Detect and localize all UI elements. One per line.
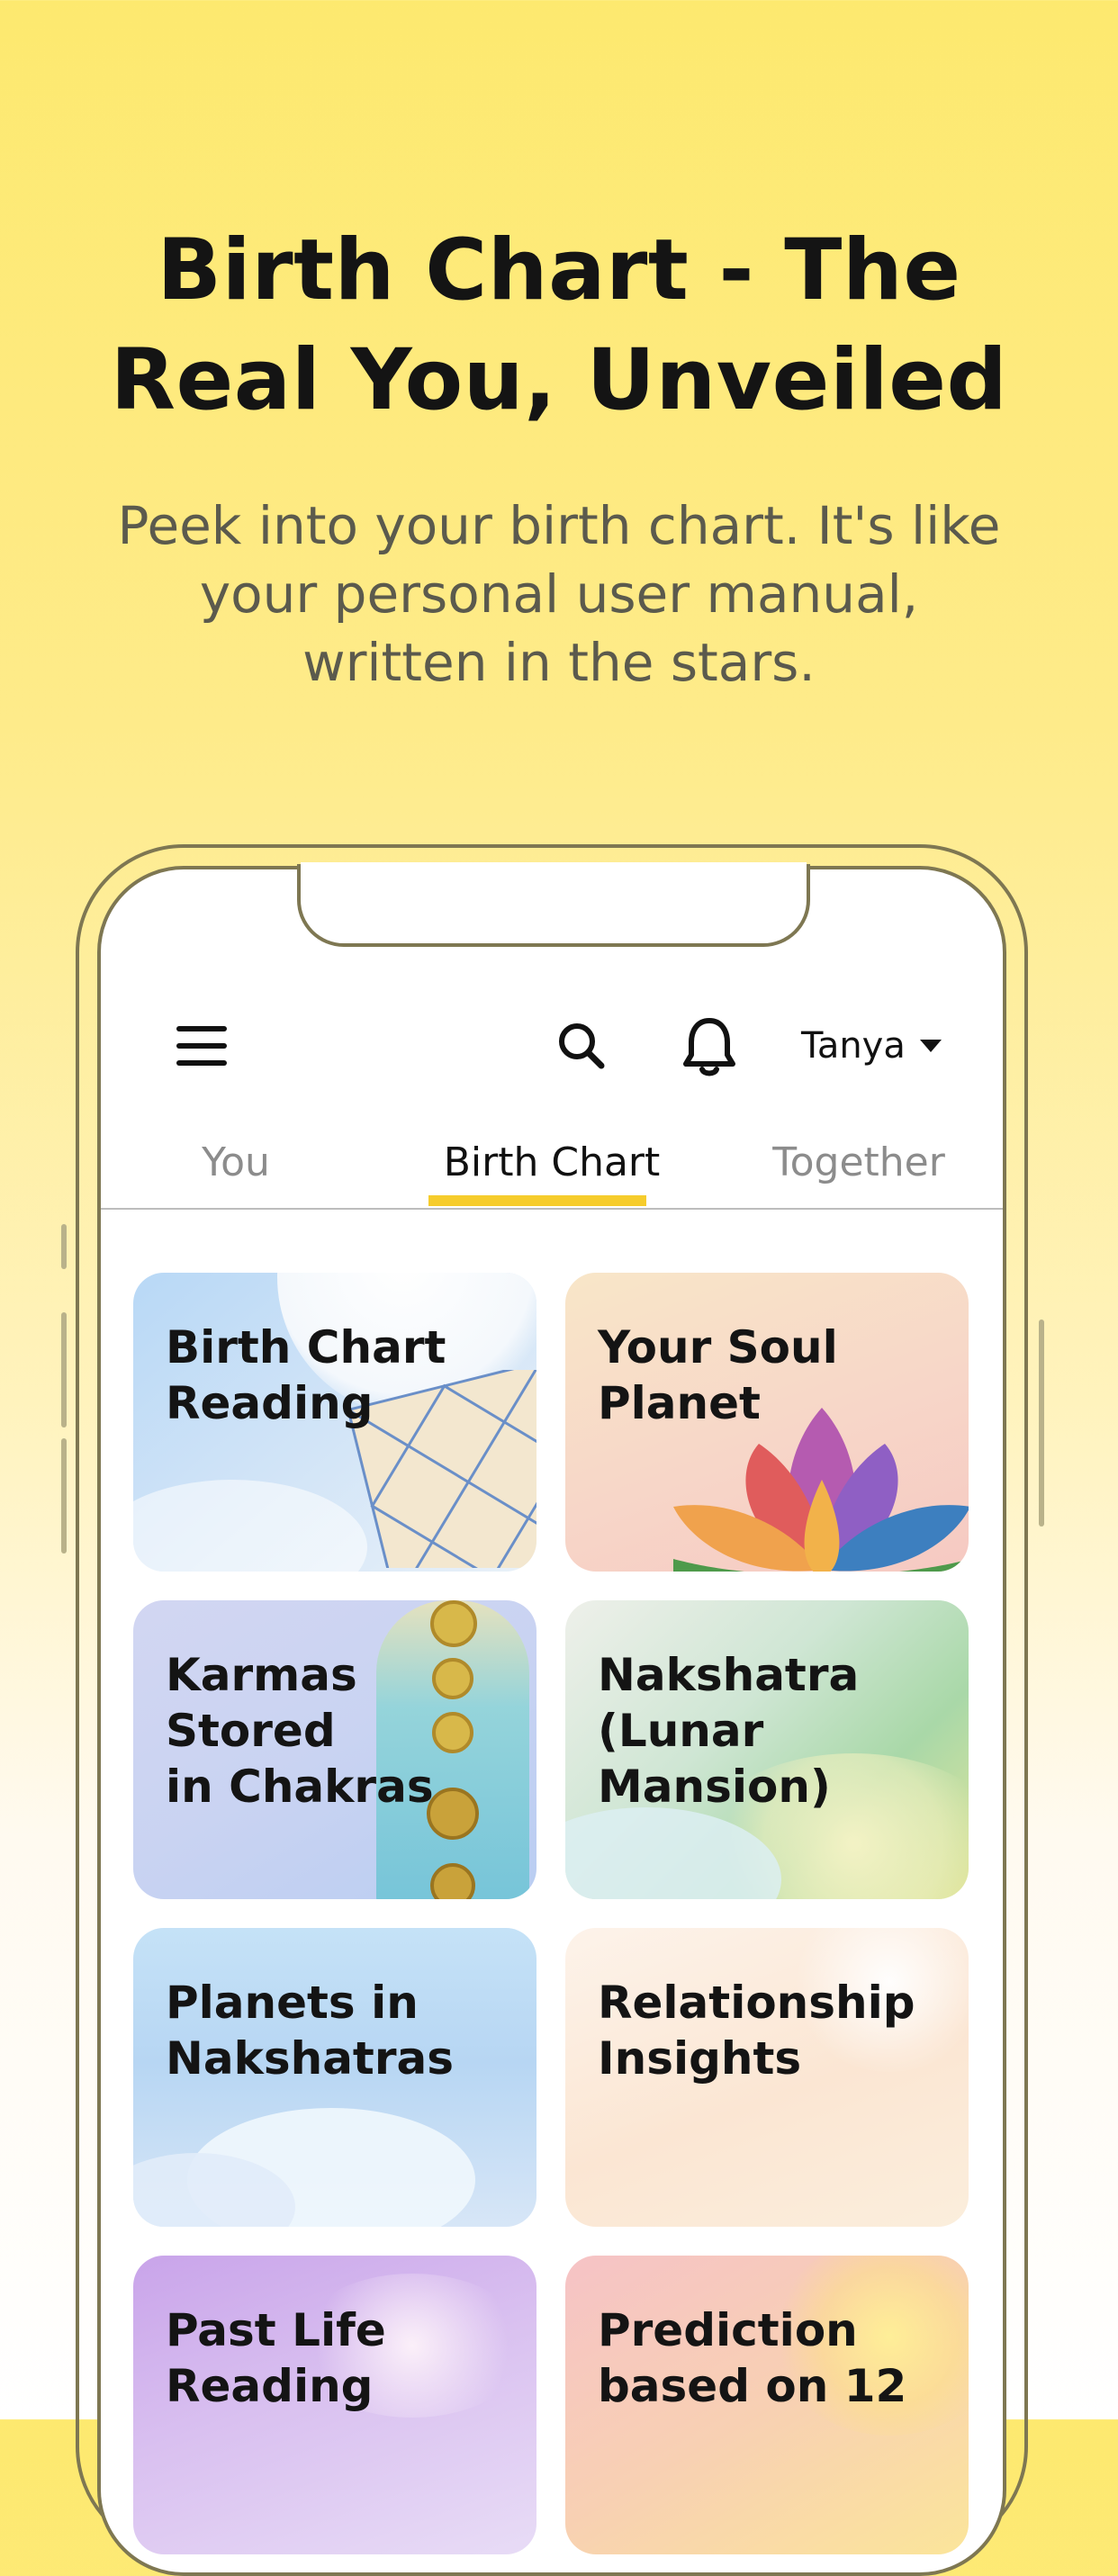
search-icon[interactable]: [554, 1019, 609, 1073]
user-menu[interactable]: Tanya: [801, 1017, 942, 1075]
card-relationship-insights[interactable]: Relationship Insights: [565, 1928, 969, 2227]
bell-icon[interactable]: [681, 1015, 738, 1078]
card-birth-chart-reading[interactable]: Birth Chart Reading: [133, 1273, 536, 1572]
card-nakshatra-lunar-mansion[interactable]: Nakshatra (Lunar Mansion): [565, 1600, 969, 1899]
card-title: Karmas Stored in Chakras: [166, 1649, 434, 1813]
phone-side-button: [61, 1438, 67, 1554]
caret-down-icon: [919, 1040, 942, 1052]
card-title: Relationship Insights: [598, 1977, 915, 2085]
phone-side-button: [1039, 1320, 1044, 1527]
cloud-illustration: [133, 1480, 367, 1572]
phone-notch: [297, 864, 810, 947]
card-prediction-based-on-12[interactable]: Prediction based on 12: [565, 2256, 969, 2554]
hero-title: Birth Chart - The Real You, Unveiled: [110, 221, 1008, 429]
active-tab-indicator: [428, 1195, 646, 1206]
hamburger-menu-icon[interactable]: [176, 1026, 227, 1066]
tab-label: You: [202, 1139, 270, 1185]
tab-label: Birth Chart: [443, 1139, 661, 1185]
tab-you[interactable]: You: [137, 1136, 335, 1208]
card-past-life-reading[interactable]: Past Life Reading: [133, 2256, 536, 2554]
card-planets-in-nakshatras[interactable]: Planets in Nakshatras: [133, 1928, 536, 2227]
phone-screen: Birth Chart Reading Your Soul Planet Kar…: [97, 866, 1006, 2576]
tab-together[interactable]: Together: [742, 1136, 976, 1208]
card-karmas-stored-in-chakras[interactable]: Karmas Stored in Chakras: [133, 1600, 536, 1899]
card-your-soul-planet[interactable]: Your Soul Planet: [565, 1273, 969, 1572]
hero-subtitle: Peek into your birth chart. It's like yo…: [117, 495, 1001, 693]
card-title: Your Soul Planet: [598, 1321, 838, 1429]
tab-label: Together: [772, 1139, 945, 1185]
card-title: Past Life Reading: [166, 2304, 386, 2412]
card-title: Birth Chart Reading: [166, 1321, 446, 1429]
card-title: Planets in Nakshatras: [166, 1977, 454, 2085]
phone-side-button: [61, 1224, 67, 1269]
card-title: Nakshatra (Lunar Mansion): [598, 1649, 860, 1813]
phone-notch-cover: [301, 862, 807, 873]
user-name: Tanya: [801, 1025, 906, 1067]
card-title: Prediction based on 12: [598, 2304, 907, 2412]
phone-side-button: [61, 1312, 67, 1428]
chakra-icon: [430, 1600, 477, 1647]
